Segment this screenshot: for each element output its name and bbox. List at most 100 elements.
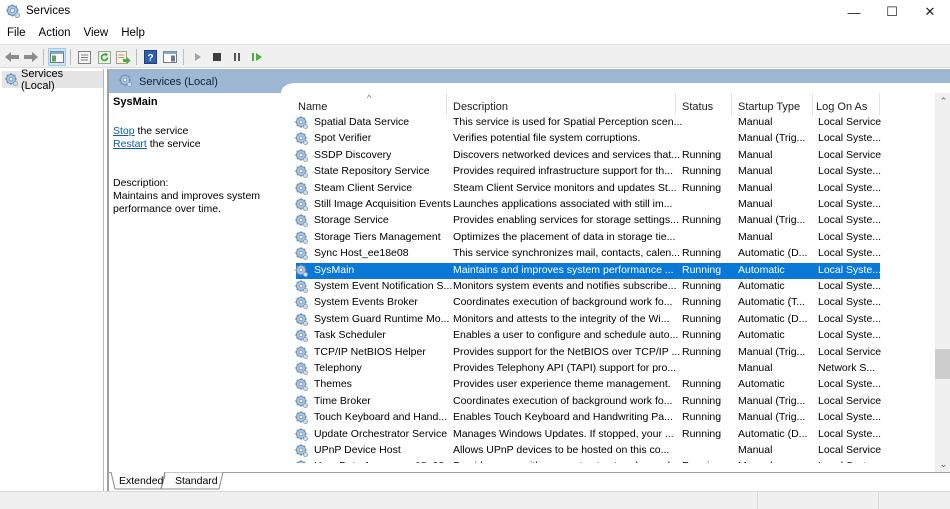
service-row[interactable]: Task Scheduler Enables a user to configur… — [290, 328, 881, 344]
service-name-cell: SysMain — [314, 263, 355, 276]
service-gear-icon — [295, 165, 308, 179]
service-log-on-as-cell: Local Syste... — [818, 230, 882, 243]
service-log-on-as-cell: Local Syste... — [818, 165, 882, 178]
menu-view[interactable]: View — [77, 25, 115, 44]
service-startup-type-cell: Manual — [738, 198, 773, 210]
tab-extended[interactable]: Extended — [111, 473, 171, 489]
help-button[interactable]: ? — [141, 48, 159, 66]
service-row[interactable]: Storage Service Provides enabling service… — [290, 213, 881, 229]
restart-action: Restart the service — [113, 138, 283, 151]
service-row[interactable]: Time Broker Coordinates execution of back… — [290, 394, 881, 410]
service-row[interactable]: Storage Tiers Management Optimizes the pl… — [290, 230, 882, 246]
service-row[interactable]: User Data Access_ee18e08 Provides apps wi… — [290, 459, 881, 463]
service-startup-type-cell: Automatic (D... — [738, 427, 808, 440]
pause-service-button[interactable] — [228, 48, 246, 66]
service-row[interactable]: TCP/IP NetBIOS Helper Provides support fo… — [290, 345, 882, 361]
service-name-cell: System Events Broker — [314, 296, 418, 309]
service-row[interactable]: System Event Notification S... Monitors s… — [290, 279, 882, 295]
service-name-cell: Spatial Data Service — [314, 116, 410, 128]
tree-item-services-local[interactable]: Services (Local) — [2, 68, 103, 92]
service-description-cell: This service synchronizes mail, contacts… — [453, 247, 681, 260]
service-name-cell: Update Orchestrator Service — [314, 427, 448, 440]
service-row[interactable]: Themes Provides user experience theme man… — [290, 377, 882, 393]
vertical-scrollbar[interactable]: ⌃ ⌄ — [935, 93, 950, 473]
service-startup-type-cell: Manual (Trig... — [738, 394, 806, 407]
selected-service-name: SysMain — [113, 96, 158, 108]
properties-icon — [77, 50, 91, 64]
column-header-description[interactable]: Description — [448, 93, 676, 115]
service-row[interactable]: State Repository Service Provides require… — [290, 164, 882, 180]
pane-header-title: Services (Local) — [139, 76, 218, 88]
forward-button[interactable] — [22, 48, 40, 66]
column-header-name[interactable]: ^ Name — [290, 93, 447, 115]
service-log-on-as-cell: Local Syste... — [818, 378, 882, 391]
service-log-on-as-cell: Local Service — [818, 444, 882, 456]
service-status-cell: Running — [682, 411, 722, 424]
service-row[interactable]: System Events Broker Coordinates executio… — [290, 295, 881, 311]
service-startup-type-cell: Manual (Trig... — [738, 214, 806, 227]
service-description-cell: Verifies potential file system corruptio… — [453, 132, 641, 145]
service-row[interactable]: SSDP Discovery Discovers networked device… — [290, 148, 881, 164]
service-gear-icon — [295, 329, 308, 343]
menu-file[interactable]: File — [0, 25, 32, 44]
service-row[interactable]: Spatial Data Service This service is used… — [290, 115, 881, 131]
service-row[interactable]: UPnP Device Host Allows UPnP devices to b… — [290, 443, 882, 459]
properties-button[interactable] — [75, 48, 93, 66]
refresh-button[interactable] — [95, 48, 113, 66]
restart-service-link[interactable]: Restart — [113, 138, 147, 150]
column-header-log-on-as[interactable]: Log On As — [814, 93, 880, 115]
service-row[interactable]: System Guard Runtime Mo... Monitors and a… — [290, 312, 881, 328]
chevron-up-icon: ⌃ — [939, 96, 948, 106]
service-name-cell: System Guard Runtime Mo... — [314, 312, 450, 325]
service-row[interactable]: Spot Verifier Verifies potential file sys… — [290, 131, 881, 147]
services-gear-icon — [119, 74, 132, 87]
close-button[interactable]: ✕ — [908, 0, 950, 24]
stop-service-button[interactable] — [208, 48, 226, 66]
service-row[interactable]: Update Orchestrator Service Manages Windo… — [290, 427, 881, 443]
menu-help[interactable]: Help — [114, 25, 151, 44]
service-status-cell: Running — [682, 312, 722, 325]
pause-icon — [234, 53, 240, 61]
close-icon: ✕ — [924, 4, 936, 19]
service-gear-icon — [295, 296, 308, 310]
start-service-button[interactable] — [189, 48, 207, 66]
show-hide-action-pane-button[interactable] — [161, 48, 179, 66]
show-hide-console-tree-button[interactable] — [48, 48, 66, 66]
restart-service-button[interactable] — [248, 48, 266, 66]
title-bar: Services — ☐ ✕ — [0, 0, 950, 24]
service-log-on-as-cell: Network S... — [818, 362, 876, 374]
play-icon — [195, 53, 201, 61]
column-header-startup-type[interactable]: Startup Type — [733, 93, 813, 115]
service-status-cell: Running — [682, 280, 722, 292]
service-row[interactable]: Sync Host_ee18e08 This service synchroniz… — [290, 246, 881, 262]
scroll-up-button[interactable]: ⌃ — [935, 93, 950, 110]
service-gear-icon — [295, 198, 308, 211]
back-arrow-icon — [5, 52, 19, 62]
stop-action: Stop the service — [113, 125, 283, 138]
menu-action[interactable]: Action — [32, 25, 77, 44]
service-name-cell: Time Broker — [314, 394, 371, 407]
column-header-status[interactable]: Status — [677, 93, 732, 115]
service-row[interactable]: Touch Keyboard and Hand... Enables Touch … — [290, 410, 881, 426]
service-row[interactable]: Still Image Acquisition Events Launches a… — [290, 197, 882, 213]
service-log-on-as-cell: Local Syste... — [818, 263, 882, 276]
service-status-cell: Running — [682, 181, 722, 194]
toolbar-separator — [70, 49, 71, 65]
service-description-cell: Provides Telephony API (TAPI) support fo… — [453, 362, 677, 374]
back-button[interactable] — [3, 48, 21, 66]
stop-service-link[interactable]: Stop — [113, 125, 135, 137]
scrollbar-thumb[interactable] — [935, 349, 950, 379]
service-log-on-as-cell: Local Service — [818, 345, 882, 358]
service-log-on-as-cell: Local Syste... — [818, 280, 882, 292]
service-row[interactable]: Steam Client Service Steam Client Service… — [290, 181, 881, 197]
export-list-button[interactable] — [114, 48, 132, 66]
service-status-cell: Running — [682, 214, 722, 227]
service-row[interactable]: Telephony Provides Telephony API (TAPI) s… — [290, 361, 880, 377]
service-row[interactable]: SysMain Maintains and improves system per… — [295, 262, 882, 279]
service-gear-icon — [295, 181, 308, 195]
service-log-on-as-cell: Local Syste... — [818, 198, 882, 210]
service-startup-type-cell: Automatic — [738, 263, 785, 276]
tab-standard[interactable]: Standard — [167, 473, 226, 489]
scroll-down-button[interactable]: ⌄ — [935, 456, 950, 473]
status-separator — [757, 492, 758, 509]
